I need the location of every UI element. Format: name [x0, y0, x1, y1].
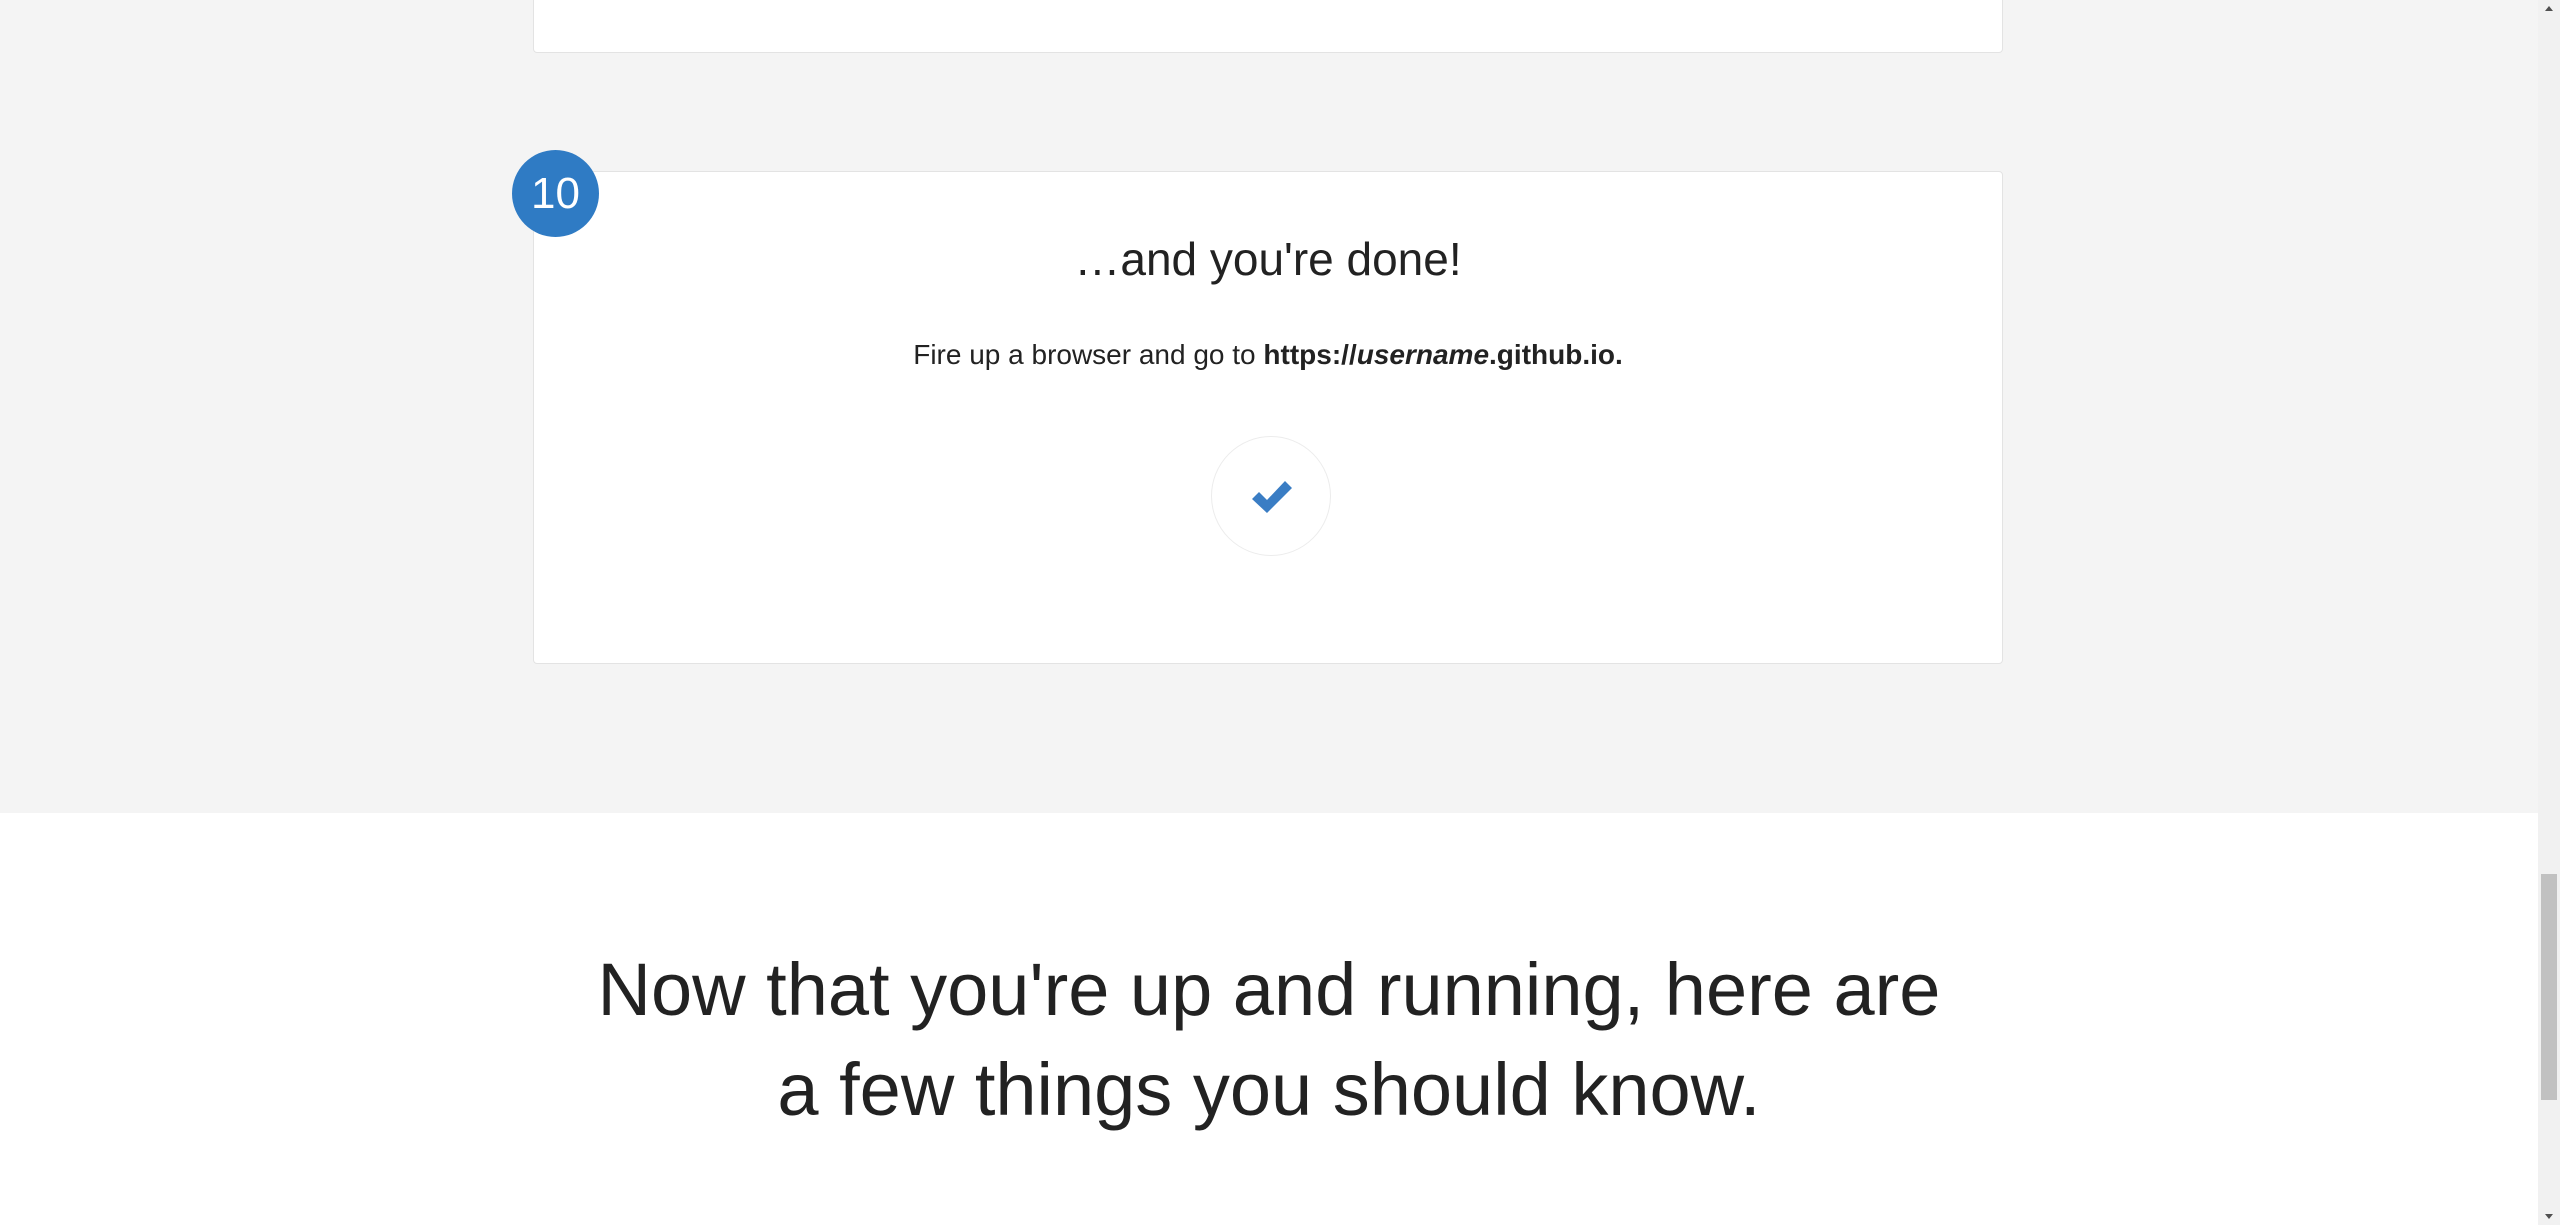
step-number-badge: 10 [512, 150, 599, 237]
step-title: …and you're done! [1074, 233, 1462, 285]
page: …and you're done! Fire up a browser and … [0, 0, 2560, 1225]
site-url: https://username.github.io. [1263, 339, 1622, 370]
section-heading-line1: Now that you're up and running, here are [597, 948, 1941, 1031]
step-card: …and you're done! Fire up a browser and … [533, 171, 2003, 664]
check-icon [1252, 481, 1292, 513]
steps-section: …and you're done! Fire up a browser and … [0, 0, 2538, 813]
url-username: username [1356, 339, 1490, 370]
check-icon-circle [1211, 436, 1331, 556]
url-prefix: https:// [1263, 339, 1357, 370]
step-instructions: Fire up a browser and go to https://user… [534, 339, 2002, 371]
previous-step-card [533, 0, 2003, 53]
scroll-up-arrow-icon[interactable] [2538, 0, 2560, 18]
section-heading: Now that you're up and running, here are… [0, 940, 2538, 1140]
section-heading-line2: a few things you should know. [777, 1048, 1761, 1131]
url-suffix: .github.io. [1489, 339, 1623, 370]
vertical-scrollbar[interactable] [2538, 0, 2560, 1225]
scrollbar-thumb[interactable] [2541, 874, 2557, 1100]
scroll-down-arrow-icon[interactable] [2538, 1207, 2560, 1225]
step-text-prefix: Fire up a browser and go to [913, 339, 1264, 370]
